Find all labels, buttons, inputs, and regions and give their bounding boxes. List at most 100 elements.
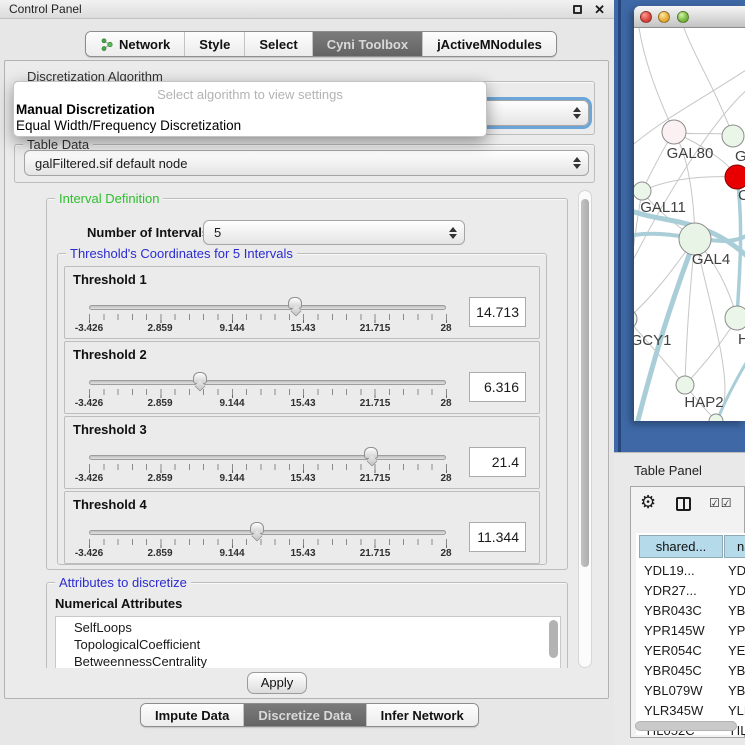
column-header-shared-name[interactable]: shared...	[639, 535, 723, 558]
table-panel-title: Table Panel	[634, 463, 702, 478]
network-canvas[interactable]: GAL80 GA C GAL11 GAL4 GCY1 H HAP2	[634, 28, 745, 421]
interval-definition-group-title: Interval Definition	[55, 191, 163, 206]
threshold-2-slider-thumb[interactable]	[193, 372, 207, 384]
list-item[interactable]: TopologicalCoefficient	[74, 636, 560, 653]
tab-impute-data[interactable]: Impute Data	[141, 704, 244, 726]
table-row[interactable]: YBR045CYBR0	[636, 661, 745, 681]
tick-label: 15.43	[290, 398, 315, 409]
node-gal11[interactable]	[634, 182, 651, 200]
table-row[interactable]: YBR043CYBR0	[636, 601, 745, 621]
tab-cyni-toolbox[interactable]: Cyni Toolbox	[313, 32, 423, 56]
cell: YDR27...	[644, 581, 697, 601]
list-scrollbar-thumb[interactable]	[549, 620, 558, 658]
dropdown-option-manual-discretization[interactable]: Manual Discretization	[16, 102, 155, 117]
list-item[interactable]: SelfLoops	[74, 619, 560, 636]
node-gal80[interactable]	[662, 120, 686, 144]
node-hap2[interactable]	[676, 376, 694, 394]
cell: YLR345W	[644, 701, 703, 721]
threshold-4-slider-thumb[interactable]	[250, 522, 264, 534]
tab-jactivemnodules-label: jActiveMNodules	[437, 37, 542, 52]
threshold-1-slider-thumb[interactable]	[288, 297, 302, 309]
tab-infer-network[interactable]: Infer Network	[367, 704, 478, 726]
tick-label: 9.144	[219, 548, 244, 559]
tab-jactivemnodules[interactable]: jActiveMNodules	[423, 32, 556, 56]
dropdown-hint: Select algorithm to view settings	[14, 87, 486, 102]
horizontal-scrollbar[interactable]	[635, 721, 741, 733]
threshold-coordinates-group: Threshold's Coordinates for 5 Intervals …	[57, 253, 547, 565]
table-row[interactable]: YBL079WYBL0	[636, 681, 745, 701]
tab-discretize-data[interactable]: Discretize Data	[244, 704, 366, 726]
attributes-group-title: Attributes to discretize	[55, 575, 191, 590]
cell: YBR043C	[644, 601, 702, 621]
threshold-1-panel: Threshold 1 -3.426 2.859 9.144 15.43 21.…	[64, 266, 540, 339]
table-panel: ⚙ ☑☑ shared... na YDL19...YDL1 YDR27...Y…	[630, 486, 745, 738]
tick-label: 21.715	[360, 323, 391, 334]
threshold-2-value-field[interactable]: 6.316	[469, 372, 526, 402]
threshold-4-value-field[interactable]: 11.344	[469, 522, 526, 552]
close-icon[interactable]: ✕	[594, 3, 605, 16]
table-row[interactable]: YLR345WYLR3	[636, 701, 745, 721]
zoom-traffic-light[interactable]	[677, 11, 689, 23]
threshold-3-label: Threshold 3	[73, 422, 147, 437]
tab-style[interactable]: Style	[185, 32, 245, 56]
tab-infer-network-label: Infer Network	[381, 708, 464, 723]
table-data-combobox[interactable]: galFiltered.sif default node	[24, 150, 589, 176]
tick-label: 28	[440, 548, 451, 559]
tab-network-label: Network	[119, 37, 170, 52]
network-icon	[100, 38, 113, 51]
threshold-3-slider-thumb[interactable]	[364, 447, 378, 459]
tick-label: 28	[440, 473, 451, 484]
tab-select-label: Select	[259, 37, 297, 52]
threshold-4-slider-track[interactable]	[89, 530, 446, 535]
close-traffic-light[interactable]	[640, 11, 652, 23]
horizontal-scrollbar-thumb[interactable]	[635, 721, 737, 731]
minimize-traffic-light[interactable]	[658, 11, 670, 23]
split-view-icon[interactable]	[676, 497, 691, 511]
node-label: GCY1	[634, 332, 671, 349]
tab-network[interactable]: Network	[86, 32, 185, 56]
tab-select[interactable]: Select	[245, 32, 312, 56]
tick-label: 9.144	[219, 398, 244, 409]
threshold-3-slider-track[interactable]	[89, 455, 446, 460]
apply-button[interactable]: Apply	[247, 672, 307, 694]
threshold-2-label: Threshold 2	[73, 347, 147, 362]
numerical-attributes-list: SelfLoops TopologicalCoefficient Between…	[55, 616, 561, 668]
node-gal-right[interactable]	[722, 125, 744, 147]
tick-label: 15.43	[290, 473, 315, 484]
tick-label: -3.426	[75, 323, 103, 334]
checkbox-icons[interactable]: ☑☑	[709, 496, 733, 510]
tick-label: 15.43	[290, 323, 315, 334]
tick-label: 28	[440, 323, 451, 334]
table-row[interactable]: YPR145WYPR1	[636, 621, 745, 641]
cell: YDR2	[728, 581, 745, 601]
column-header-name[interactable]: na	[724, 535, 745, 558]
node-red-selected[interactable]	[725, 165, 745, 189]
gear-icon[interactable]: ⚙	[640, 492, 656, 513]
threshold-2-slider-track[interactable]	[89, 380, 446, 385]
cell: YBL079W	[644, 681, 703, 701]
stepper-arrows-icon	[573, 107, 581, 119]
threshold-3-value-field[interactable]: 21.4	[469, 447, 526, 477]
network-window-titlebar[interactable]	[634, 6, 745, 28]
number-of-intervals-label: Number of Intervals	[87, 225, 209, 240]
tick-label: -3.426	[75, 548, 103, 559]
node-h[interactable]	[725, 306, 745, 330]
table-row[interactable]: YDR27... YDR2	[636, 581, 745, 601]
table-row[interactable]: YDL19...YDL1	[636, 561, 745, 581]
tick-label: 28	[440, 398, 451, 409]
panel-scrollbar[interactable]	[578, 190, 592, 668]
threshold-1-value-field[interactable]: 14.713	[469, 297, 526, 327]
tab-style-label: Style	[199, 37, 230, 52]
interval-definition-group: Interval Definition Number of Intervals …	[46, 198, 568, 570]
table-panel-region: Table Panel ⚙ ☑☑ shared... na YDL19...YD…	[614, 452, 745, 745]
threshold-1-slider-track[interactable]	[89, 305, 446, 310]
node-label: H	[738, 331, 745, 348]
dropdown-option-equal-width[interactable]: Equal Width/Frequency Discretization	[16, 118, 241, 133]
float-window-icon[interactable]	[573, 5, 582, 14]
list-item[interactable]: BetweennessCentrality	[74, 653, 560, 668]
panel-scrollbar-thumb[interactable]	[581, 199, 589, 567]
tick-label: 2.859	[147, 473, 172, 484]
table-row[interactable]: YER054CYER0	[636, 641, 745, 661]
number-of-intervals-combobox[interactable]: 5	[203, 220, 465, 245]
network-view-window: GAL80 GA C GAL11 GAL4 GCY1 H HAP2	[634, 6, 745, 421]
